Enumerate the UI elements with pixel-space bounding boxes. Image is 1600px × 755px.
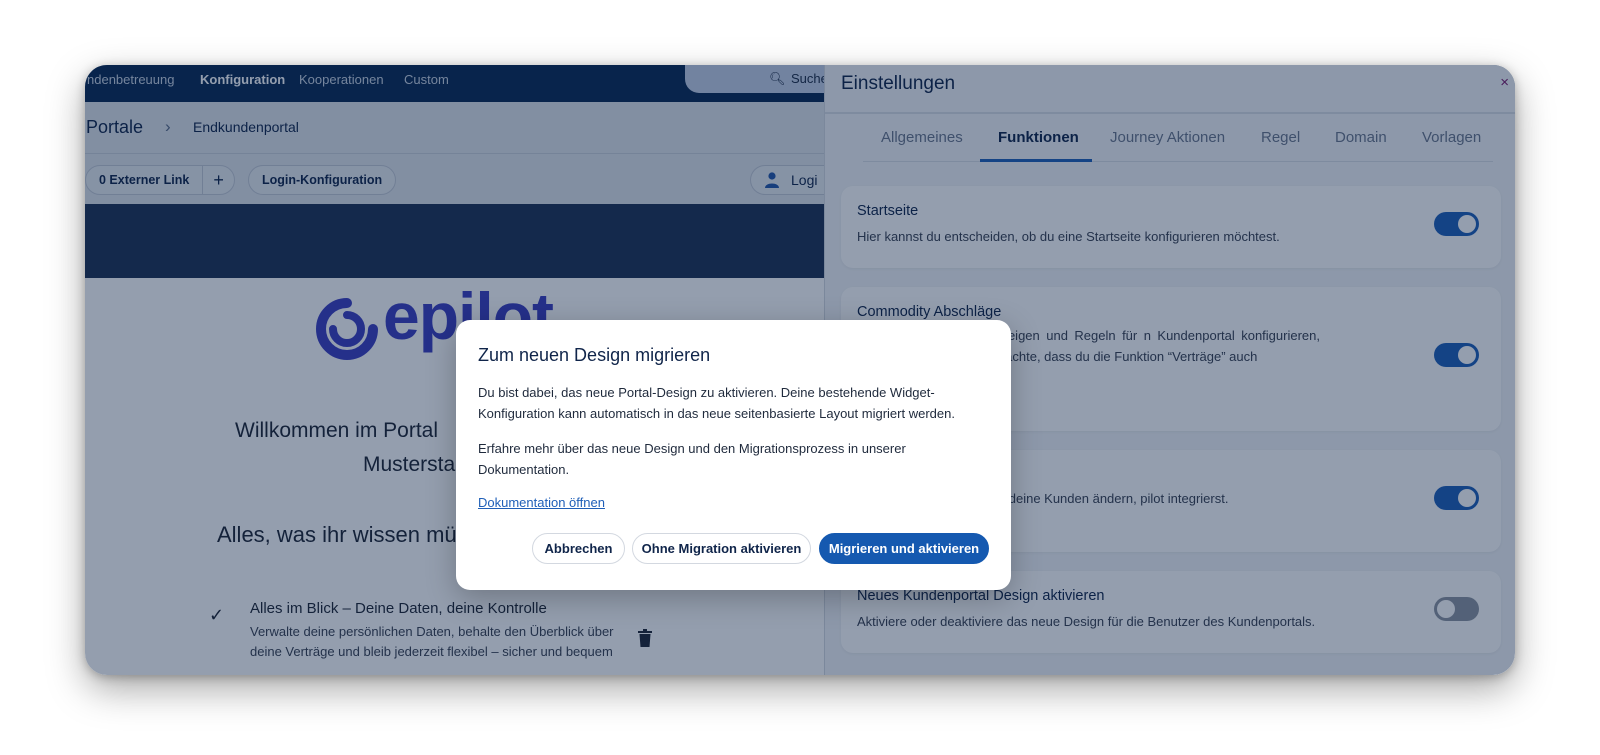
app-window: ndenbetreuung Konfiguration Kooperatione… — [85, 65, 1515, 675]
cancel-button[interactable]: Abbrechen — [532, 533, 625, 564]
dialog-text-intro: Du bist dabei, das neue Portal-Design zu… — [478, 385, 955, 421]
migration-dialog: Zum neuen Design migrieren Du bist dabei… — [456, 320, 1011, 590]
dialog-title: Zum neuen Design migrieren — [478, 345, 711, 365]
migrate-and-activate-button[interactable]: Migrieren und aktivieren — [819, 533, 989, 564]
activate-without-migration-button[interactable]: Ohne Migration aktivieren — [632, 533, 811, 564]
dialog-text-docs: Erfahre mehr über das neue Design und de… — [478, 441, 906, 477]
documentation-link[interactable]: Dokumentation öffnen — [478, 495, 605, 510]
